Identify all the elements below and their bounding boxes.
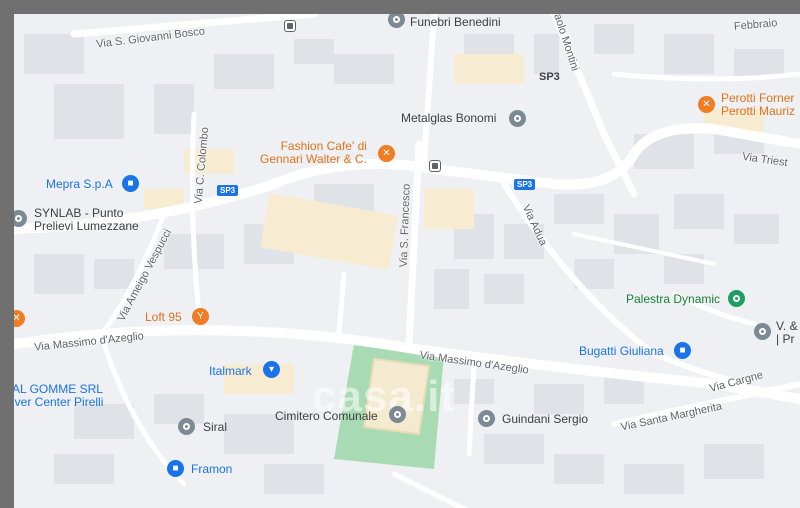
poi-label-italmark[interactable]: Italmark (209, 365, 252, 378)
poi-label-loft-95[interactable]: Loft 95 (145, 311, 182, 324)
bus-stop-icon[interactable] (429, 160, 441, 172)
poi-label-framon[interactable]: Framon (191, 463, 232, 476)
poi-label-mepra[interactable]: Mepra S.p.A (46, 178, 113, 191)
gym-pin-icon[interactable] (728, 290, 745, 307)
poi-label-metalglas-bonomi[interactable]: Metalglas Bonomi (401, 112, 496, 125)
sp3-shield-north: SP3 (539, 71, 560, 83)
map-canvas[interactable]: casa.it Via Massimo d'Azeglio Via Massim… (14, 14, 800, 508)
business-pin-icon[interactable] (178, 418, 195, 435)
sp3-shield-west: SP3 (217, 185, 239, 196)
shopping-pin-icon[interactable]: ■ (167, 460, 184, 477)
poi-label-palestra-dynamic[interactable]: Palestra Dynamic (626, 293, 720, 306)
poi-label-guindani-sergio[interactable]: Guindani Sergio (502, 413, 588, 426)
business-pin-icon[interactable] (509, 110, 526, 127)
shopping-cart-pin-icon[interactable]: ▾ (263, 361, 280, 378)
sp3-shield-center: SP3 (514, 179, 536, 190)
shopping-pin-icon[interactable]: ■ (674, 342, 691, 359)
cemetery-pin-icon[interactable] (389, 406, 406, 423)
poi-label-perotti[interactable]: Perotti Forner Perotti Mauriz (721, 92, 795, 118)
business-pin-icon[interactable] (754, 323, 771, 340)
business-pin-icon[interactable] (478, 410, 495, 427)
restaurant-pin-icon[interactable]: ✕ (698, 96, 715, 113)
poi-label-cimitero-comunale[interactable]: Cimitero Comunale (275, 410, 378, 423)
poi-label-fashion-cafe[interactable]: Fashion Cafe' di Gennari Walter & C. (260, 140, 367, 166)
poi-label-al-gomme[interactable]: AL GOMME SRL iver Center Pirelli (14, 383, 103, 409)
poi-label-v-and[interactable]: V. & | Pr (776, 320, 798, 346)
map-frame: casa.it Via Massimo d'Azeglio Via Massim… (0, 0, 800, 508)
poi-label-bugatti-giuliana[interactable]: Bugatti Giuliana (579, 345, 664, 358)
poi-label-siral[interactable]: Siral (203, 421, 227, 434)
bar-pin-icon[interactable]: Y (192, 308, 209, 325)
restaurant-pin-icon[interactable]: ✕ (378, 145, 395, 162)
poi-label-funebri-benedini[interactable]: Funebri Benedini (410, 16, 501, 29)
bus-stop-icon[interactable] (284, 20, 296, 32)
poi-label-synlab[interactable]: SYNLAB - Punto Prelievi Lumezzane (34, 207, 139, 233)
shopping-pin-icon[interactable]: ■ (122, 175, 139, 192)
